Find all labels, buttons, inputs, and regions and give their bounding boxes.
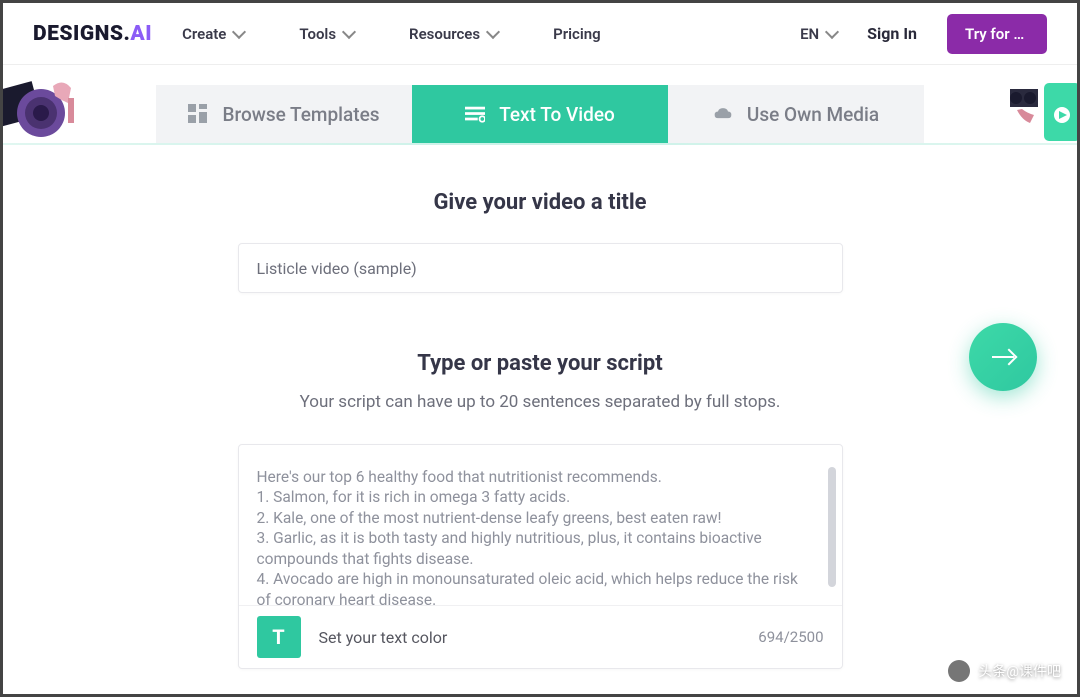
logo-text: DESIGNS.	[33, 22, 130, 46]
content-area: Give your video a title Listicle video (…	[3, 145, 1077, 669]
nav-resources[interactable]: Resources	[409, 25, 498, 43]
nav-pricing[interactable]: Pricing	[553, 25, 601, 43]
language-label: EN	[800, 25, 819, 43]
script-box: Here's our top 6 healthy food that nutri…	[238, 444, 843, 669]
nav-create-label: Create	[182, 25, 226, 43]
nav-tools[interactable]: Tools	[299, 25, 354, 43]
text-lines-icon	[465, 104, 485, 124]
chevron-down-icon	[342, 24, 356, 38]
video-title-input[interactable]: Listicle video (sample)	[238, 243, 843, 293]
nav-tools-label: Tools	[299, 25, 336, 43]
nav-resources-label: Resources	[409, 25, 480, 43]
nav-menu: Create Tools Resources Pricing	[182, 25, 601, 43]
text-color-row: T Set your text color 694/2500	[239, 605, 842, 668]
text-color-swatch[interactable]: T	[257, 616, 301, 658]
tab-text-to-video[interactable]: Text To Video	[412, 85, 668, 143]
tabs-container: Browse Templates Text To Video Use Own M…	[3, 85, 1077, 143]
header-bar: DESIGNS.AI Create Tools Resources Pricin…	[3, 3, 1077, 65]
char-count: 694/2500	[758, 628, 823, 646]
watermark-text: 头条@课件吧	[978, 661, 1061, 681]
chevron-down-icon	[486, 24, 500, 38]
header-right: EN Sign In Try for fr...	[800, 14, 1047, 54]
decor-illustration-right	[1002, 65, 1080, 145]
script-heading: Type or paste your script	[3, 351, 1077, 376]
nav-pricing-label: Pricing	[553, 25, 601, 43]
chevron-down-icon	[825, 24, 839, 38]
signin-link[interactable]: Sign In	[867, 24, 917, 43]
text-color-label: Set your text color	[319, 628, 448, 647]
arrow-right-icon	[992, 356, 1014, 358]
tab-browse-label: Browse Templates	[222, 103, 379, 126]
script-textarea[interactable]: Here's our top 6 healthy food that nutri…	[239, 445, 842, 605]
try-free-button[interactable]: Try for fr...	[947, 14, 1047, 54]
title-heading: Give your video a title	[3, 190, 1077, 215]
script-subtitle: Your script can have up to 20 sentences …	[3, 392, 1077, 412]
decor-illustration-left	[0, 68, 108, 148]
next-button[interactable]	[969, 323, 1037, 391]
title-input-value: Listicle video (sample)	[257, 259, 417, 278]
tab-own-media-label: Use Own Media	[747, 103, 879, 126]
chevron-down-icon	[232, 24, 246, 38]
watermark-icon	[948, 660, 970, 682]
language-selector[interactable]: EN	[800, 25, 837, 43]
logo-accent: AI	[130, 22, 152, 46]
watermark: 头条@课件吧	[948, 660, 1061, 682]
nav-create[interactable]: Create	[182, 25, 244, 43]
tab-ttv-label: Text To Video	[499, 103, 615, 126]
tab-browse-templates[interactable]: Browse Templates	[156, 85, 412, 143]
logo[interactable]: DESIGNS.AI	[33, 22, 152, 46]
cloud-upload-icon	[713, 104, 733, 124]
tab-own-media[interactable]: Use Own Media	[668, 85, 924, 143]
grid-icon	[188, 104, 208, 124]
